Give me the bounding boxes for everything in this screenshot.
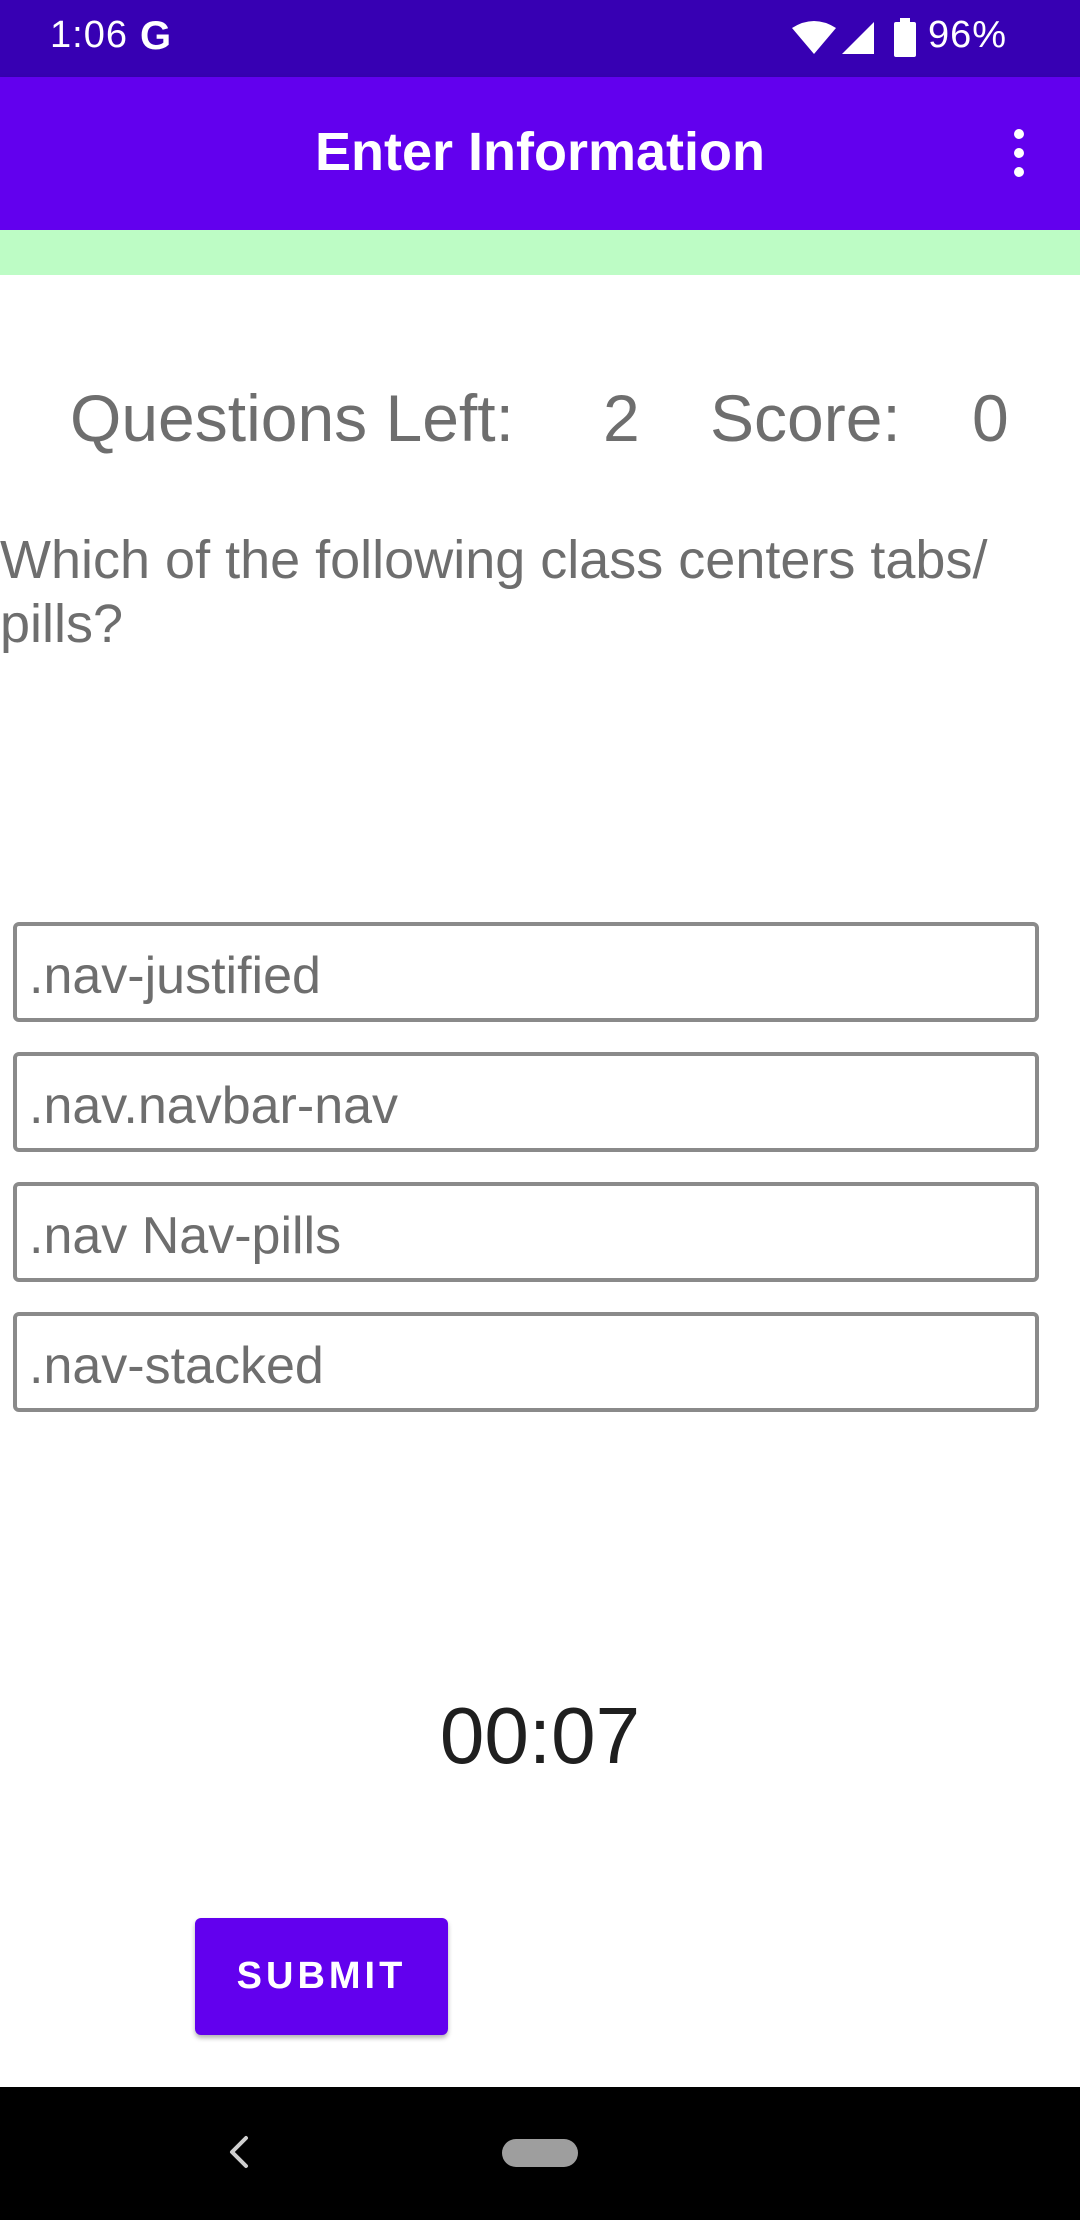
app-bar: Enter Information	[0, 77, 1080, 230]
answer-option-label: .nav Nav-pills	[29, 1207, 342, 1265]
countdown-timer: 00:07	[439, 1691, 641, 1780]
scoreboard: Questions Left: 2 Score: 0	[0, 380, 1080, 470]
status-bar: 1:06 G 96%	[0, 0, 1080, 77]
home-pill-icon[interactable]	[502, 2139, 578, 2167]
overflow-menu-icon[interactable]	[995, 123, 1043, 183]
battery-icon	[894, 18, 916, 57]
signal-icon	[842, 22, 874, 54]
status-time: 1:06	[50, 14, 128, 56]
answer-option-label: .nav-stacked	[29, 1337, 324, 1395]
battery-percentage: 96%	[928, 14, 1008, 56]
progress-strip	[0, 230, 1080, 275]
answer-option-4[interactable]: .nav-stacked	[13, 1312, 1039, 1412]
answer-option-3[interactable]: .nav Nav-pills	[13, 1182, 1039, 1282]
back-icon[interactable]	[220, 2132, 260, 2172]
submit-button[interactable]: SUBMIT	[195, 1918, 448, 2035]
answer-option-2[interactable]: .nav.navbar-nav	[13, 1052, 1039, 1152]
score-value: 0	[972, 381, 1009, 455]
wifi-icon	[792, 21, 836, 54]
questions-left-value: 2	[603, 381, 640, 455]
app-title: Enter Information	[314, 122, 765, 182]
answer-option-label: .nav.navbar-nav	[29, 1077, 399, 1135]
answer-option-label: .nav-justified	[29, 947, 321, 1005]
answer-options: .nav-justified .nav.navbar-nav .nav Nav-…	[13, 922, 1039, 1442]
google-g-icon: G	[140, 14, 172, 58]
question-text: Which of the following class centers tab…	[0, 530, 988, 654]
score-label: Score:	[710, 381, 901, 455]
answer-option-1[interactable]: .nav-justified	[13, 922, 1039, 1022]
questions-left-label: Questions Left:	[70, 381, 514, 455]
system-nav-bar	[0, 2087, 1080, 2220]
